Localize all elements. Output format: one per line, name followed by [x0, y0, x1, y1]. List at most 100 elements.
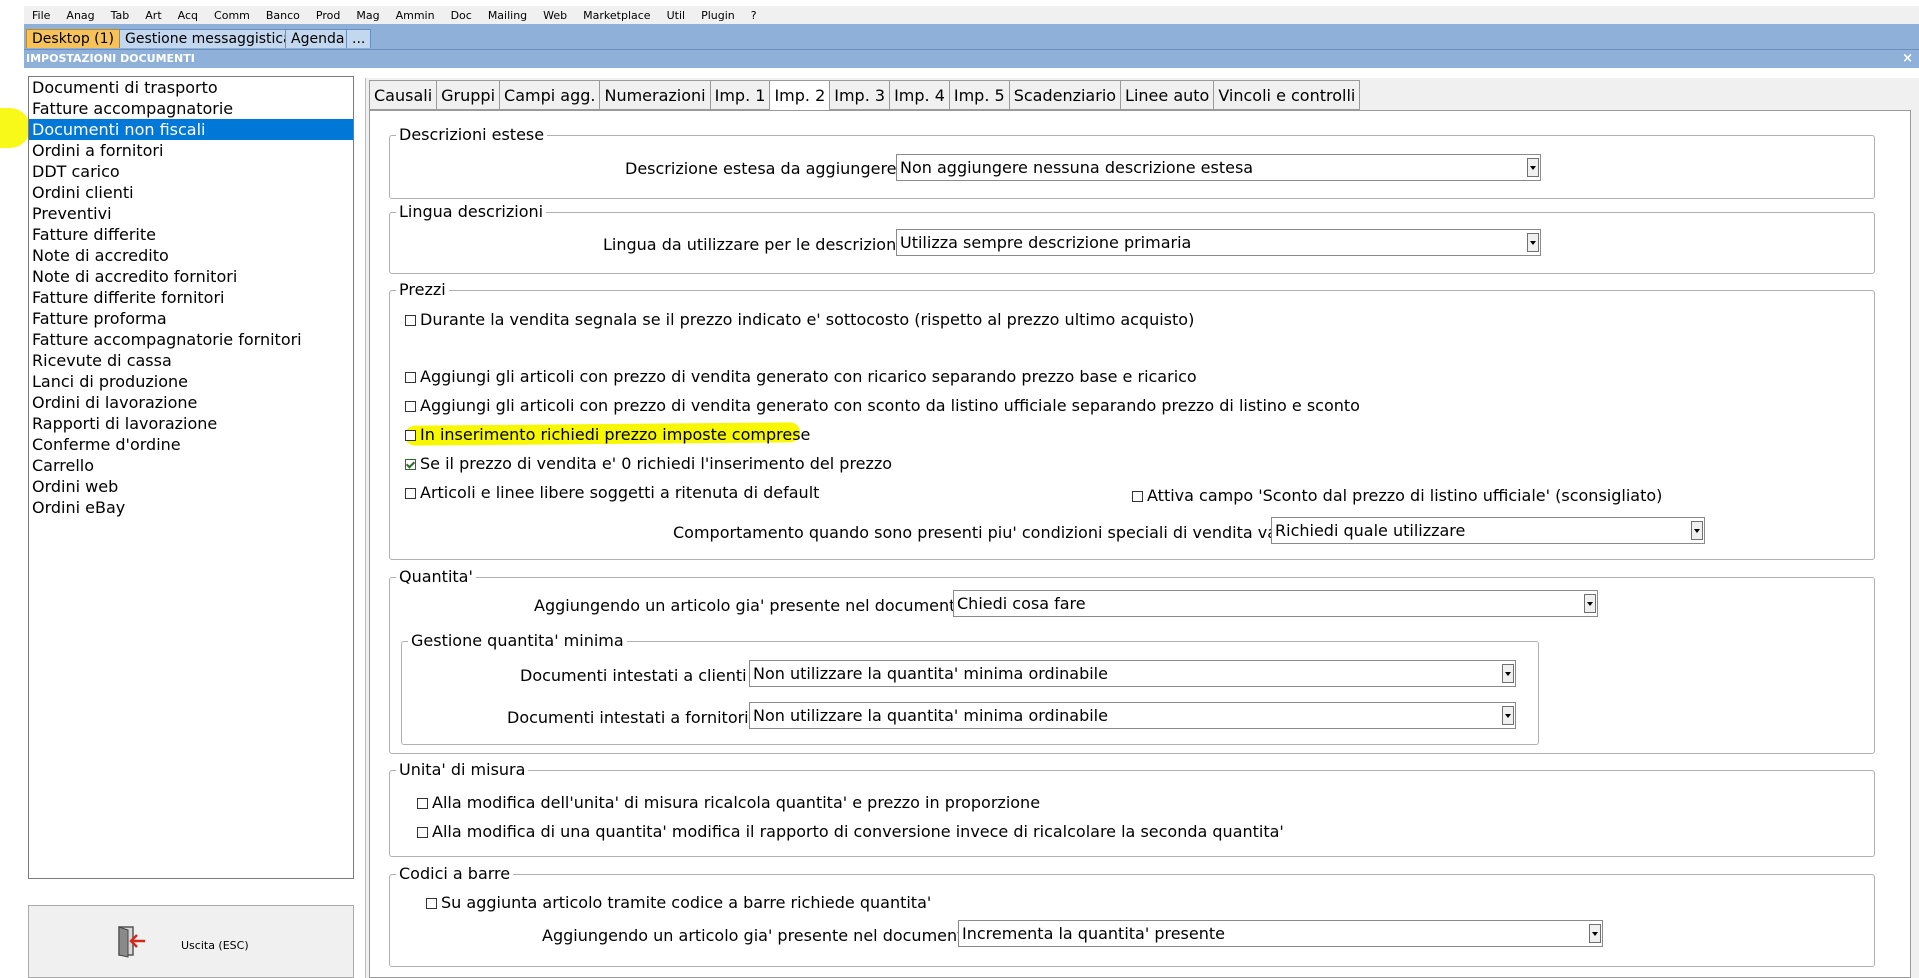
checkbox-separa-sconto[interactable]: Aggiungi gli articoli con prezzo di vend… [405, 396, 1360, 416]
list-item[interactable]: Note di accredito fornitori [29, 266, 353, 287]
tab-imp-1[interactable]: Imp. 1 [709, 80, 770, 110]
menu-ammin[interactable]: Ammin [388, 9, 443, 22]
tab-imp-3[interactable]: Imp. 3 [829, 80, 890, 110]
list-item[interactable]: Carrello [29, 455, 353, 476]
menu-banco[interactable]: Banco [258, 9, 308, 22]
menu-plugin[interactable]: Plugin [693, 9, 743, 22]
list-item[interactable]: Ricevute di cassa [29, 350, 353, 371]
checkbox-box[interactable] [417, 797, 428, 809]
select-value: Richiedi quale utilizzare [1275, 521, 1466, 540]
list-item[interactable]: Fatture differite fornitori [29, 287, 353, 308]
list-item[interactable]: Fatture differite [29, 224, 353, 245]
checkbox-prezzo-zero[interactable]: Se il prezzo di vendita e' 0 richiedi l'… [405, 454, 892, 474]
checkbox-ritenuta-default[interactable]: Articoli e linee libere soggetti a riten… [405, 483, 819, 503]
checkbox-ricalcola-proporzione[interactable]: Alla modifica dell'unita' di misura rica… [417, 793, 1040, 813]
tab-gruppi[interactable]: Gruppi [436, 80, 500, 110]
list-item[interactable]: Fatture accompagnatorie [29, 98, 353, 119]
menu-mag[interactable]: Mag [348, 9, 387, 22]
tab-numerazioni[interactable]: Numerazioni [599, 80, 710, 110]
list-item[interactable]: Fatture accompagnatorie fornitori [29, 329, 353, 350]
barcode-articolo-presente-select[interactable]: Incrementa la quantita' presente [958, 920, 1603, 947]
checkbox-rapporto-conversione[interactable]: Alla modifica di una quantita' modifica … [417, 822, 1284, 842]
chevron-down-icon[interactable] [1589, 924, 1601, 943]
menu-doc[interactable]: Doc [443, 9, 480, 22]
tab-linee-auto[interactable]: Linee auto [1120, 80, 1214, 110]
checkbox-separa-ricarico[interactable]: Aggiungi gli articoli con prezzo di vend… [405, 367, 1197, 387]
menu-prod[interactable]: Prod [308, 9, 348, 22]
list-item[interactable]: Ordini a fornitori [29, 140, 353, 161]
menu-web[interactable]: Web [535, 9, 575, 22]
list-item[interactable]: Rapporti di lavorazione [29, 413, 353, 434]
list-item[interactable]: Preventivi [29, 203, 353, 224]
menu-acq[interactable]: Acq [170, 9, 206, 22]
condizioni-speciali-select[interactable]: Richiedi quale utilizzare [1271, 517, 1705, 544]
list-item[interactable]: Lanci di produzione [29, 371, 353, 392]
menu-comm[interactable]: Comm [206, 9, 258, 22]
list-item[interactable]: Ordini web [29, 476, 353, 497]
list-item[interactable]: Ordini eBay [29, 497, 353, 518]
quantita-articolo-presente-select[interactable]: Chiedi cosa fare [953, 590, 1598, 617]
window-title: IMPOSTAZIONI DOCUMENTI [26, 52, 195, 65]
list-item[interactable]: Note di accredito [29, 245, 353, 266]
menu-anag[interactable]: Anag [58, 9, 102, 22]
checkbox-barcode-quantita[interactable]: Su aggiunta articolo tramite codice a ba… [426, 893, 931, 913]
checkbox-box-checked[interactable] [405, 458, 416, 470]
checkbox-box[interactable] [405, 371, 416, 383]
list-item[interactable]: Conferme d'ordine [29, 434, 353, 455]
document-type-list[interactable]: Documenti di trasporto Fatture accompagn… [28, 76, 354, 879]
menu-help[interactable]: ? [743, 9, 765, 22]
checkbox-box[interactable] [405, 314, 416, 326]
tab-causali[interactable]: Causali [369, 80, 437, 110]
list-item[interactable]: Documenti di trasporto [29, 77, 353, 98]
tab-imp-2[interactable]: Imp. 2 [769, 80, 830, 111]
settings-tab-strip: Causali Gruppi Campi agg. Numerazioni Im… [369, 80, 1361, 111]
checkbox-box[interactable] [405, 429, 416, 441]
menu-mailing[interactable]: Mailing [480, 9, 535, 22]
tab-vincoli-e-controlli[interactable]: Vincoli e controlli [1213, 80, 1361, 110]
app-tab-more[interactable]: ... [346, 29, 372, 48]
chevron-down-icon[interactable] [1527, 158, 1539, 177]
lingua-select[interactable]: Utilizza sempre descrizione primaria [896, 229, 1541, 256]
checkbox-sconto-listino[interactable]: Attiva campo 'Sconto dal prezzo di listi… [1132, 486, 1662, 506]
clienti-quantita-minima-select[interactable]: Non utilizzare la quantita' minima ordin… [749, 660, 1516, 687]
menu-marketplace[interactable]: Marketplace [575, 9, 658, 22]
chevron-down-icon[interactable] [1502, 706, 1514, 725]
checkbox-box[interactable] [1132, 490, 1143, 502]
app-tab-agenda[interactable]: Agenda [285, 29, 351, 48]
checkbox-box[interactable] [405, 487, 416, 499]
menu-tab[interactable]: Tab [103, 9, 138, 22]
list-item[interactable]: Ordini clienti [29, 182, 353, 203]
window-title-bar: IMPOSTAZIONI DOCUMENTI × [24, 50, 1919, 68]
menu-art[interactable]: Art [137, 9, 169, 22]
exit-button[interactable]: Uscita (ESC) [28, 905, 354, 978]
checkbox-segnala-sottocosto[interactable]: Durante la vendita segnala se il prezzo … [405, 310, 1194, 330]
fornitori-quantita-minima-select[interactable]: Non utilizzare la quantita' minima ordin… [749, 702, 1516, 729]
list-item[interactable]: DDT carico [29, 161, 353, 182]
tab-scadenziario[interactable]: Scadenziario [1008, 80, 1121, 110]
close-icon[interactable]: × [1902, 50, 1913, 68]
chevron-down-icon[interactable] [1584, 594, 1596, 613]
checkbox-label: Aggiungi gli articoli con prezzo di vend… [420, 396, 1360, 415]
tab-imp-4[interactable]: Imp. 4 [889, 80, 949, 110]
checkbox-label: Se il prezzo di vendita e' 0 richiedi l'… [420, 454, 893, 473]
group-title: Gestione quantita' minima [408, 631, 627, 651]
list-item[interactable]: Fatture proforma [29, 308, 353, 329]
tab-imp-5[interactable]: Imp. 5 [948, 80, 1009, 110]
checkbox-box[interactable] [426, 897, 437, 909]
app-tab-desktop[interactable]: Desktop (1) [26, 29, 121, 48]
chevron-down-icon[interactable] [1502, 664, 1514, 683]
tab-campi-agg[interactable]: Campi agg. [499, 80, 600, 110]
checkbox-label: Durante la vendita segnala se il prezzo … [420, 310, 1195, 329]
chevron-down-icon[interactable] [1527, 233, 1539, 252]
app-tab-gestione-messaggistica[interactable]: Gestione messaggistica [119, 29, 298, 48]
checkbox-prezzo-imposte-comprese[interactable]: In inserimento richiedi prezzo imposte c… [405, 425, 810, 445]
chevron-down-icon[interactable] [1691, 521, 1703, 540]
checkbox-box[interactable] [405, 400, 416, 412]
checkbox-box[interactable] [417, 826, 428, 838]
descrizione-estesa-select[interactable]: Non aggiungere nessuna descrizione estes… [896, 154, 1541, 181]
group-title: Quantita' [396, 567, 476, 587]
menu-util[interactable]: Util [659, 9, 693, 22]
menu-file[interactable]: File [24, 9, 58, 22]
list-item-selected[interactable]: Documenti non fiscali [29, 119, 353, 140]
list-item[interactable]: Ordini di lavorazione [29, 392, 353, 413]
